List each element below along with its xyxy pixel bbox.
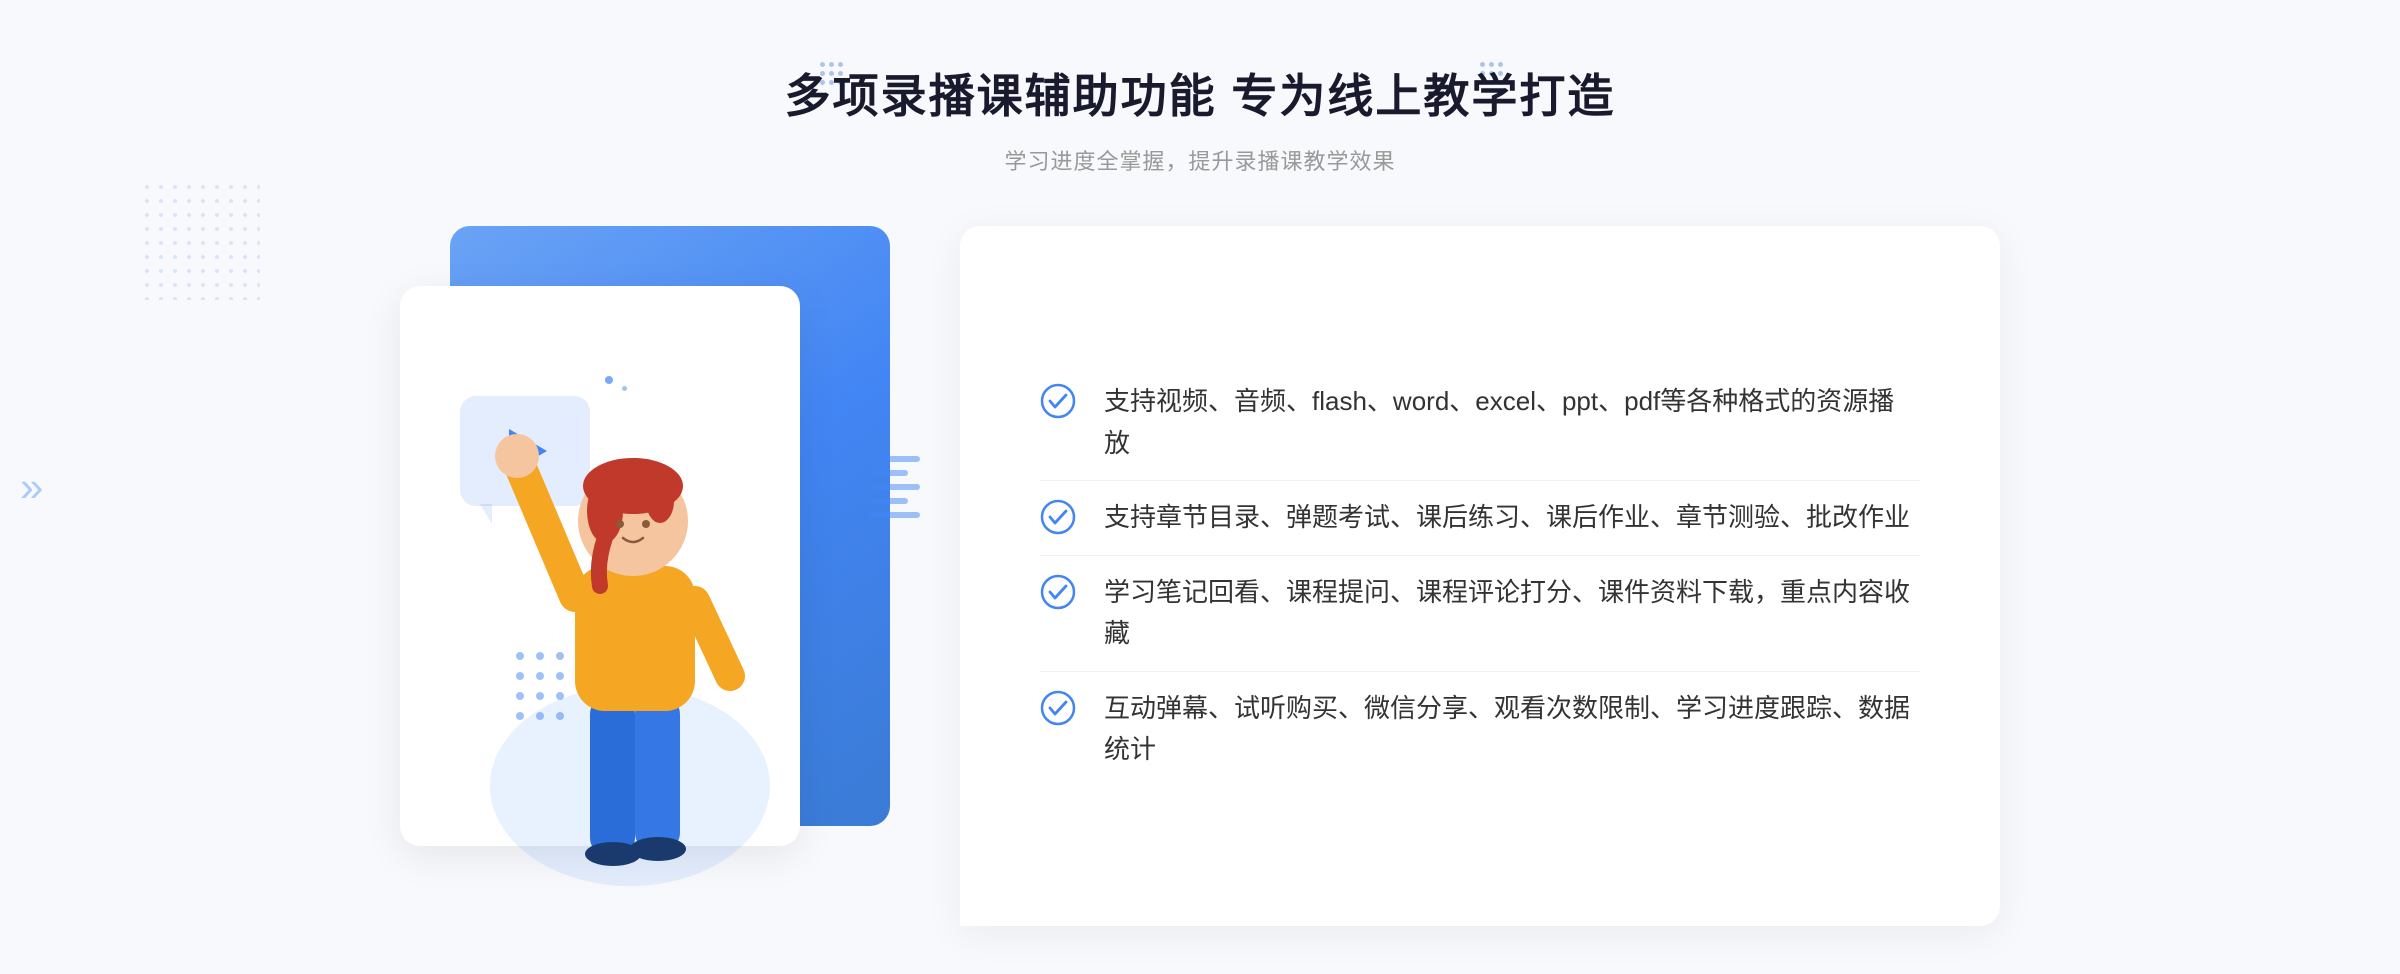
stripe-4 [870,498,908,504]
page-container: 多项录播课辅助功能 专为线上教学打造 学习进度全掌握，提升录播课教学效果 [0,0,2400,974]
left-chevron-decoration: » [20,466,43,508]
feature-text-2: 支持章节目录、弹题考试、课后练习、课后作业、章节测验、批改作业 [1104,497,1910,539]
header-section: 多项录播课辅助功能 专为线上教学打造 学习进度全掌握，提升录播课教学效果 [785,60,1616,176]
stripe-2 [870,470,908,476]
main-title: 多项录播课辅助功能 专为线上教学打造 [785,60,1616,126]
stripe-lines [870,456,920,518]
feature-text-1: 支持视频、音频、flash、word、excel、ppt、pdf等各种格式的资源… [1104,381,1920,464]
features-container: 支持视频、音频、flash、word、excel、ppt、pdf等各种格式的资源… [960,226,2000,926]
feature-text-4: 互动弹幕、试听购买、微信分享、观看次数限制、学习进度跟踪、数据统计 [1104,688,1920,771]
content-area: 支持视频、音频、flash、word、excel、ppt、pdf等各种格式的资源… [400,226,2000,926]
dots-pattern-left [140,180,260,300]
features-list: 支持视频、音频、flash、word、excel、ppt、pdf等各种格式的资源… [1040,365,1920,787]
illustration-container [400,226,980,906]
check-circle-icon [1040,499,1076,535]
feature-item-2: 支持章节目录、弹题考试、课后练习、课后作业、章节测验、批改作业 [1040,481,1920,555]
sub-title: 学习进度全掌握，提升录播课教学效果 [785,144,1616,176]
stripe-5 [870,512,920,518]
check-circle-icon [1040,383,1076,419]
feature-item-4: 互动弹幕、试听购买、微信分享、观看次数限制、学习进度跟踪、数据统计 [1040,672,1920,787]
figure-illustration [460,366,800,906]
stripe-1 [870,456,920,462]
check-circle-icon [1040,574,1076,610]
stripe-3 [870,484,920,490]
check-circle-icon [1040,690,1076,726]
feature-item-1: 支持视频、音频、flash、word、excel、ppt、pdf等各种格式的资源… [1040,365,1920,480]
feature-item-3: 学习笔记回看、课程提问、课程评论打分、课件资料下载，重点内容收藏 [1040,556,1920,671]
feature-text-3: 学习笔记回看、课程提问、课程评论打分、课件资料下载，重点内容收藏 [1104,572,1920,655]
chevron-icon: » [20,466,43,508]
